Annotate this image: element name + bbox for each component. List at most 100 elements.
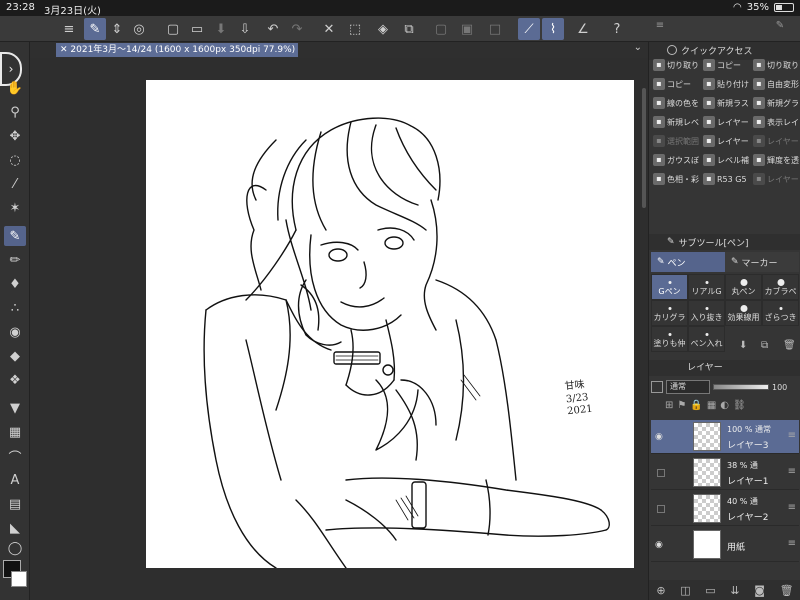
help-icon[interactable]: ? bbox=[606, 18, 628, 40]
layer-drag-handle-icon[interactable]: ≡ bbox=[788, 466, 796, 477]
layer-drag-handle-icon[interactable]: ≡ bbox=[788, 502, 796, 513]
blend-tool-icon[interactable]: ❖ bbox=[4, 370, 26, 390]
clip-icon[interactable]: ⊞ bbox=[665, 400, 673, 416]
download-icon[interactable]: ⬇ bbox=[739, 340, 747, 351]
redo-icon[interactable]: ↷ bbox=[286, 18, 308, 40]
subtool-header[interactable]: ✎ サブツール[ペン] bbox=[649, 234, 800, 250]
blend-mode-select[interactable]: 通常 bbox=[666, 380, 710, 394]
balloon-tool-icon[interactable]: ◯ bbox=[4, 538, 26, 558]
reference-icon[interactable]: ⚑ bbox=[677, 400, 686, 416]
panel-menu-icon[interactable]: ≡ bbox=[652, 20, 668, 36]
fill-icon[interactable]: ◈ bbox=[372, 18, 394, 40]
new-canvas-icon[interactable]: ▢ bbox=[162, 18, 184, 40]
layer-drag-handle-icon[interactable]: ≡ bbox=[788, 430, 796, 441]
lasso-icon[interactable]: ◌ bbox=[4, 150, 26, 170]
quick-access-item[interactable]: ▪ 新規レベ bbox=[651, 113, 700, 131]
snap-ruler-icon[interactable]: ⟋ bbox=[518, 18, 540, 40]
export-icon[interactable]: ⇩ bbox=[234, 18, 256, 40]
quick-access-item[interactable]: ▪ 貼り付け bbox=[701, 75, 750, 93]
quick-access-item[interactable]: ▪ 切り取り bbox=[651, 56, 700, 74]
deselect-icon[interactable]: ▢ bbox=[430, 18, 452, 40]
subtool-tab[interactable]: ✎ ペン bbox=[651, 252, 725, 272]
clear-icon[interactable]: ✕ bbox=[318, 18, 340, 40]
zoom-icon[interactable]: ⚲ bbox=[4, 102, 26, 122]
layer-row[interactable]: 40 % 通レイヤー2 ≡ bbox=[651, 492, 799, 526]
brush-item[interactable]: カリグラ bbox=[651, 300, 688, 326]
visibility-checkbox[interactable] bbox=[657, 469, 665, 477]
quick-access-item[interactable]: ▪ レイヤー bbox=[701, 113, 750, 131]
mask-icon[interactable]: ◐ bbox=[720, 400, 729, 416]
fill-bucket-icon[interactable]: ▼ bbox=[4, 398, 26, 418]
brush-item[interactable]: 入り抜き bbox=[688, 300, 725, 326]
new-folder-icon[interactable]: ▭ bbox=[705, 584, 715, 597]
opacity-slider[interactable] bbox=[713, 384, 769, 390]
document-tab[interactable]: ✕ 2021年3月～14/24 (1600 x 1600px 350dpi 77… bbox=[56, 43, 298, 57]
quick-access-item[interactable]: ▪ レベル補 bbox=[701, 151, 750, 169]
quick-access-item[interactable]: ▪ 選択範囲 bbox=[651, 132, 700, 150]
brush-tool-icon[interactable]: ♦ bbox=[4, 274, 26, 294]
eye-icon[interactable]: ◉ bbox=[655, 540, 663, 550]
quick-access-item[interactable]: ▪ R53 G5 bbox=[701, 170, 750, 188]
canvas-area[interactable]: 甘味 3/23 2021 bbox=[30, 58, 648, 600]
quick-access-item[interactable]: ▪ コピー bbox=[701, 56, 750, 74]
frame-tool-icon[interactable]: ▤ bbox=[4, 494, 26, 514]
canvas-paper[interactable]: 甘味 3/23 2021 bbox=[146, 80, 634, 568]
brush-item[interactable]: 効果線用 bbox=[725, 300, 762, 326]
quick-access-item[interactable]: ▪ ガウスぼ bbox=[651, 151, 700, 169]
canvas-scrollbar[interactable] bbox=[642, 88, 646, 208]
figure-tool-icon[interactable]: ⌒ bbox=[4, 446, 26, 466]
sub-color[interactable] bbox=[11, 571, 27, 587]
clear-outside-icon[interactable]: ⬚ bbox=[344, 18, 366, 40]
merge-down-icon[interactable]: ⇊ bbox=[730, 584, 739, 597]
brush-item[interactable]: リアルG bbox=[688, 274, 725, 300]
snap-special-ruler-icon[interactable]: ⌇ bbox=[542, 18, 564, 40]
quick-access-item[interactable]: ▪ 切り取り bbox=[751, 56, 800, 74]
quick-access-item[interactable]: ▪ レイヤー bbox=[751, 170, 800, 188]
layer-drag-handle-icon[interactable]: ≡ bbox=[788, 538, 796, 549]
ruler-edit-icon[interactable]: ∠ bbox=[572, 18, 594, 40]
new-raster-layer-icon[interactable]: ⊕ bbox=[656, 584, 665, 597]
duplicate-icon[interactable]: ⧉ bbox=[761, 340, 768, 351]
quick-access-item[interactable]: ▪ 自由変形 bbox=[751, 75, 800, 93]
panel-collapse-icon[interactable]: ✎ bbox=[772, 20, 788, 36]
opacity-value[interactable]: 100 bbox=[772, 383, 787, 392]
lock-icon[interactable]: 🔒 bbox=[690, 400, 702, 416]
magic-wand-icon[interactable]: ✶ bbox=[4, 198, 26, 218]
quick-access-item[interactable]: ▪ レイヤー bbox=[701, 132, 750, 150]
text-tool-icon[interactable]: A bbox=[4, 470, 26, 490]
invert-select-icon[interactable]: ▣ bbox=[456, 18, 478, 40]
color-swatch[interactable] bbox=[3, 560, 27, 590]
visibility-checkbox[interactable] bbox=[657, 505, 665, 513]
layer-row[interactable]: ◉ 用紙 ≡ bbox=[651, 528, 799, 562]
layer-header[interactable]: レイヤー bbox=[649, 360, 800, 376]
hand-icon[interactable]: ✋ bbox=[4, 78, 26, 98]
delete-layer-icon[interactable]: 🗑 bbox=[780, 584, 794, 597]
quick-access-item[interactable]: ▪ 色相・彩 bbox=[651, 170, 700, 188]
eyedropper-icon[interactable]: ⁄ bbox=[4, 174, 26, 194]
airbrush-tool-icon[interactable]: ∴ bbox=[4, 298, 26, 318]
mask-add-icon[interactable]: ◙ bbox=[754, 584, 765, 597]
quick-access-item[interactable]: ▪ レイヤー bbox=[751, 132, 800, 150]
layer-color-icon[interactable] bbox=[651, 381, 663, 393]
pencil-tool-icon[interactable]: ✏ bbox=[4, 250, 26, 270]
ruler-tool-icon[interactable]: ◣ bbox=[4, 518, 26, 538]
pen-select-icon[interactable]: ✎ bbox=[84, 18, 106, 40]
gradient-icon[interactable]: ▦ bbox=[4, 422, 26, 442]
toggle-icon[interactable]: ⇕ bbox=[106, 18, 128, 40]
record-icon[interactable]: ◎ bbox=[128, 18, 150, 40]
move-icon[interactable]: ✥ bbox=[4, 126, 26, 146]
undo-icon[interactable]: ↶ bbox=[262, 18, 284, 40]
brush-item[interactable]: 丸ペン bbox=[725, 274, 762, 300]
layer-row[interactable]: ◉ 100 % 通常 レイヤー3 ≡ bbox=[651, 420, 799, 454]
decoration-tool-icon[interactable]: ◉ bbox=[4, 322, 26, 342]
quick-access-item[interactable]: ▪ 新規グラ bbox=[751, 94, 800, 112]
quick-access-item[interactable]: ▪ 線の色を bbox=[651, 94, 700, 112]
quick-access-item[interactable]: ▪ コピー bbox=[651, 75, 700, 93]
brush-item[interactable]: Gペン bbox=[651, 274, 688, 300]
layer-row[interactable]: 38 % 通レイヤー1 ≡ bbox=[651, 456, 799, 490]
menu-icon[interactable]: ≡ bbox=[58, 18, 80, 40]
quick-access-item[interactable]: ▪ 新規ラス bbox=[701, 94, 750, 112]
eye-icon[interactable]: ◉ bbox=[655, 432, 663, 442]
brush-item[interactable]: ざらつき bbox=[762, 300, 799, 326]
quick-access-item[interactable]: ▪ 表示レイ bbox=[751, 113, 800, 131]
